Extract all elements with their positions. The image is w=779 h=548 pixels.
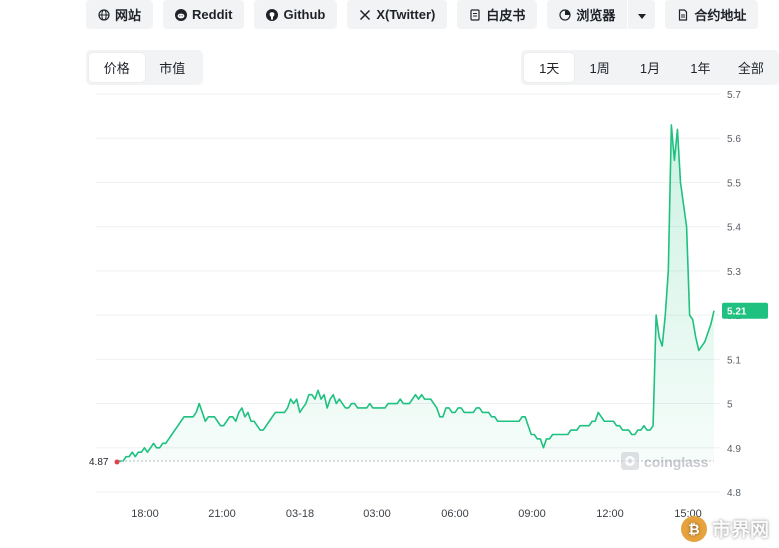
tab-market-cap[interactable]: 市值: [145, 53, 201, 82]
x-tick-label: 21:00: [208, 508, 236, 520]
site-watermark: ₿ 市界网: [680, 515, 769, 542]
document-icon: [469, 8, 481, 21]
y-tick-label: 5: [727, 400, 733, 411]
x-tick-label: 18:00: [131, 508, 159, 520]
external-links-bar: 网站 Reddit Github X(Twitter) 白皮书 浏览器 合约地址: [86, 0, 759, 29]
explorer-link-label: 浏览器: [576, 8, 616, 23]
contract-icon: [677, 8, 689, 21]
tab-range-1y[interactable]: 1年: [675, 53, 725, 82]
explorer-dropdown-toggle[interactable]: [627, 0, 655, 29]
explorer-icon: [559, 8, 571, 21]
tab-range-1w[interactable]: 1周: [574, 53, 624, 82]
coinglass-watermark: coinglass: [621, 452, 709, 470]
y-tick-label: 4.9: [727, 444, 741, 455]
website-link-button[interactable]: 网站: [86, 0, 154, 29]
caret-down-icon: [637, 7, 646, 22]
twitter-link-button[interactable]: X(Twitter): [347, 0, 448, 29]
y-tick-label: 5.1: [727, 355, 741, 366]
metric-tabs: 价格 市值: [86, 50, 203, 85]
coinglass-logo-icon: [621, 452, 639, 470]
y-axis-labels: 5.75.65.55.45.35.25.154.94.8: [727, 90, 741, 499]
github-icon: [266, 8, 279, 21]
y-tick-label: 5.5: [727, 178, 741, 189]
contract-address-button[interactable]: 合约地址: [665, 0, 759, 29]
website-link-label: 网站: [115, 8, 142, 23]
site-logo-icon: ₿: [680, 515, 707, 542]
github-link-button[interactable]: Github: [254, 0, 338, 29]
explorer-link-button[interactable]: 浏览器: [547, 0, 627, 29]
contract-address-label: 合约地址: [694, 8, 747, 23]
y-tick-label: 5.4: [727, 223, 741, 234]
twitter-link-label: X(Twitter): [376, 7, 436, 22]
price-area-fill: [117, 124, 714, 462]
globe-icon: [98, 8, 110, 21]
reddit-icon: [175, 8, 188, 21]
coinglass-watermark-text: coinglass: [644, 454, 709, 470]
tab-range-1d[interactable]: 1天: [524, 53, 575, 82]
y-tick-label: 5.6: [727, 134, 741, 145]
y-tick-label: 4.8: [727, 488, 741, 499]
explorer-dropdown: 浏览器: [547, 0, 656, 29]
time-range-tabs: 1天 1周 1月 1年 全部: [521, 50, 779, 85]
last-price-label: 5.21: [727, 307, 747, 318]
whitepaper-link-button[interactable]: 白皮书: [457, 0, 538, 29]
tab-range-all[interactable]: 全部: [726, 53, 776, 82]
start-price-label: 4.87: [89, 457, 109, 468]
x-tick-label: 06:00: [441, 508, 469, 520]
x-tick-label: 09:00: [518, 508, 546, 520]
reddit-link-button[interactable]: Reddit: [163, 0, 245, 29]
x-icon: [359, 9, 371, 21]
tab-range-1m[interactable]: 1月: [625, 53, 675, 82]
whitepaper-link-label: 白皮书: [486, 8, 526, 23]
reddit-link-label: Reddit: [192, 7, 233, 22]
x-tick-label: 12:00: [596, 508, 624, 520]
site-watermark-glyph: 市界网: [711, 520, 769, 541]
x-tick-label: 03:00: [363, 508, 391, 520]
github-link-label: Github: [283, 7, 326, 22]
price-chart[interactable]: 5.75.65.55.45.35.25.154.94.8 18:0021:000…: [0, 85, 779, 548]
y-tick-label: 5.3: [727, 267, 741, 278]
start-price-marker: [114, 459, 120, 465]
x-axis-labels: 18:00 21:00 03-18 03:00 06:00 09:00 12:00 15:00: [131, 508, 702, 520]
x-tick-label: 03-18: [286, 508, 314, 520]
y-tick-label: 5.7: [727, 90, 741, 101]
tab-price[interactable]: 价格: [89, 53, 145, 82]
